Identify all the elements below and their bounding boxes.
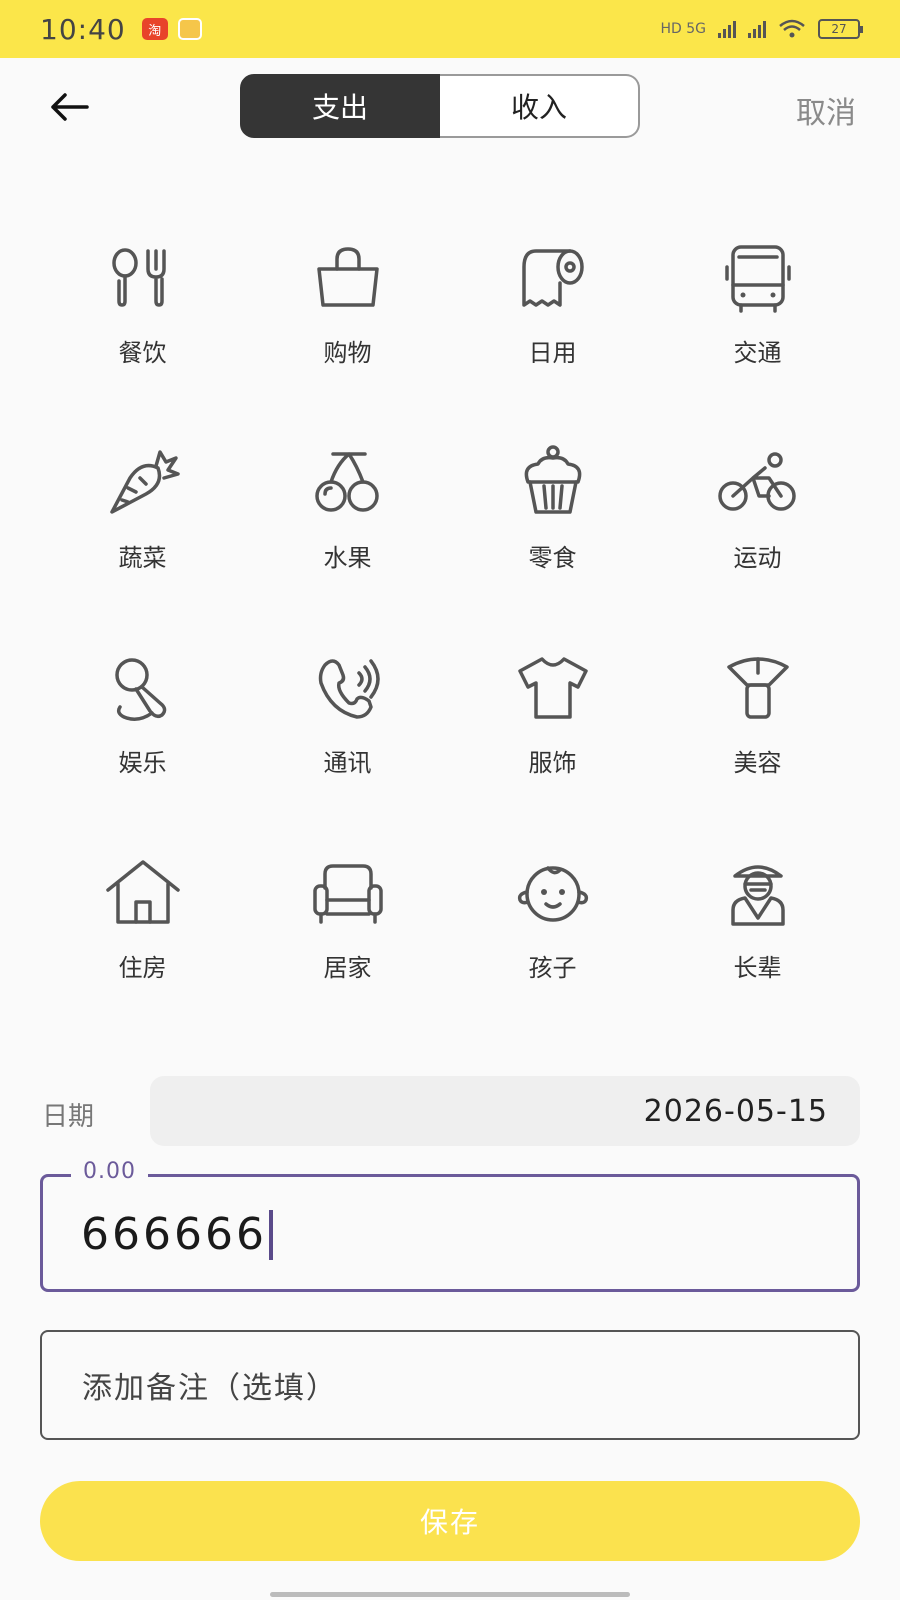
utensils-icon [98,233,188,323]
tab-income[interactable]: 收入 [440,74,640,138]
category-item-telecom[interactable]: 通讯 [245,635,450,840]
cancel-button[interactable]: 取消 [796,88,856,132]
category-item-shopping[interactable]: 购物 [245,225,450,430]
category-grid: 餐饮 购物 日用 交通 蔬菜 水果 零食 运动 娱乐 通讯 服饰 美容 住房 居… [40,225,860,1045]
save-button[interactable]: 保存 [40,1481,860,1561]
tab-expense[interactable]: 支出 [240,74,440,138]
category-item-beauty[interactable]: 美容 [655,635,860,840]
category-item-clothing[interactable]: 服饰 [450,635,655,840]
date-label: 日期 [42,1102,95,1132]
amount-value-wrap: 666666 [81,1209,273,1260]
house-icon [98,848,188,938]
type-segmented-control: 支出 收入 [240,74,640,138]
bus-icon [713,233,803,323]
network-label: HD 5G [660,21,706,37]
category-label: 通讯 [323,749,372,777]
shopping-bag-icon [303,233,393,323]
app-notification-icon [177,18,202,40]
category-item-entertainment[interactable]: 娱乐 [40,635,245,840]
category-label: 长辈 [733,954,782,982]
tshirt-icon [508,643,598,733]
signal-icon [718,20,736,38]
category-item-elders[interactable]: 长辈 [655,840,860,1045]
tissue-roll-icon [508,233,598,323]
category-item-sports[interactable]: 运动 [655,430,860,635]
category-item-home[interactable]: 居家 [245,840,450,1045]
category-item-housing[interactable]: 住房 [40,840,245,1045]
category-item-daily[interactable]: 日用 [450,225,655,430]
category-label: 运动 [733,544,782,572]
cyclist-icon [713,438,803,528]
microphone-icon [98,643,188,733]
note-input[interactable]: 添加备注（选填） [40,1330,860,1440]
category-label: 日用 [528,339,577,367]
elder-icon [713,848,803,938]
battery-icon: 27 [818,19,863,39]
amount-hint: 0.00 [71,1159,148,1184]
cherry-icon [303,438,393,528]
category-item-fruit[interactable]: 水果 [245,430,450,635]
date-field[interactable]: 2026-05-15 [150,1076,860,1146]
amount-value: 666666 [81,1209,267,1260]
category-label: 娱乐 [118,749,167,777]
makeup-brush-icon [713,643,803,733]
text-cursor [268,1209,273,1260]
taobao-notification-icon: 淘 [141,18,168,40]
category-label: 水果 [323,544,372,572]
signal-2-icon [748,20,766,38]
carrot-icon [98,438,188,528]
phone-icon [303,643,393,733]
amount-field[interactable]: 0.00 666666 [40,1159,860,1292]
category-item-snacks[interactable]: 零食 [450,430,655,635]
back-button[interactable] [46,84,92,130]
category-label: 蔬菜 [118,544,167,572]
home-indicator[interactable] [270,1592,630,1597]
category-label: 餐饮 [118,339,167,367]
category-label: 美容 [733,749,782,777]
category-label: 购物 [323,339,372,367]
category-item-children[interactable]: 孩子 [450,840,655,1045]
wifi-icon [779,19,805,38]
category-label: 孩子 [528,954,577,982]
baby-face-icon [508,848,598,938]
category-item-vegetables[interactable]: 蔬菜 [40,430,245,635]
back-arrow-icon [51,93,89,121]
category-item-dining[interactable]: 餐饮 [40,225,245,430]
category-label: 住房 [118,954,167,982]
sofa-icon [303,848,393,938]
cupcake-icon [508,438,598,528]
status-bar: 10:40 淘 HD 5G 27 [0,0,900,58]
header: 支出 收入 取消 [0,58,900,158]
category-label: 居家 [323,954,372,982]
category-label: 服饰 [528,749,577,777]
status-time: 10:40 [40,12,126,46]
status-indicators: HD 5G 27 [660,19,863,39]
category-item-transport[interactable]: 交通 [655,225,860,430]
category-label: 交通 [733,339,782,367]
category-label: 零食 [528,544,577,572]
